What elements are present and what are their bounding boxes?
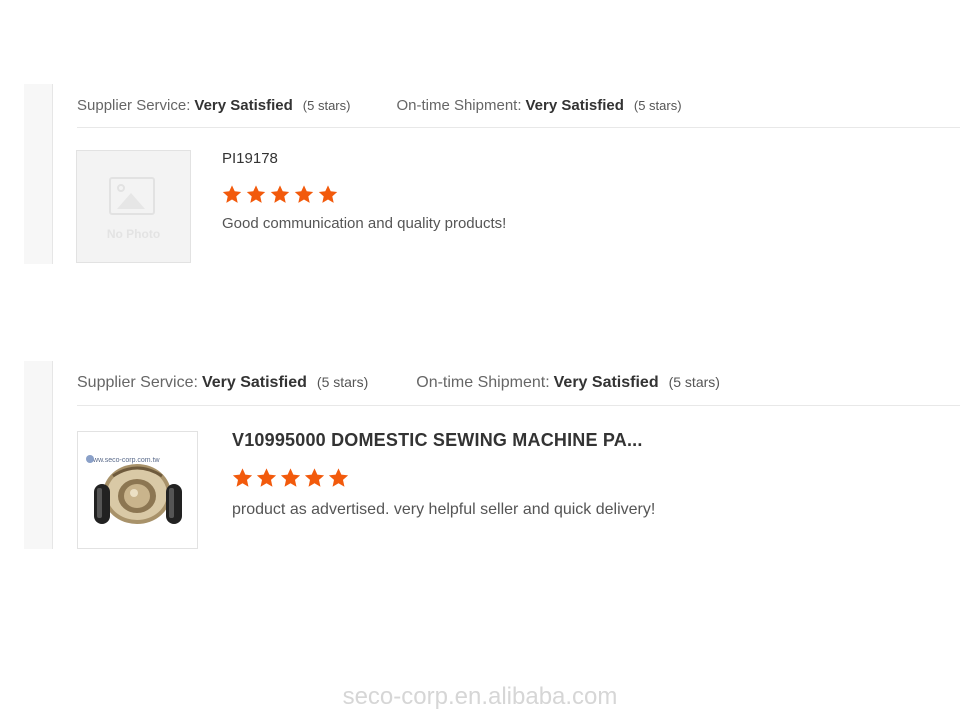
product-thumbnail[interactable]: No Photo bbox=[76, 150, 191, 263]
review-comment: product as advertised. very helpful sell… bbox=[232, 501, 656, 518]
shipment-count: (5 stars) bbox=[633, 98, 682, 113]
review-gutter bbox=[24, 84, 53, 264]
review-card: Supplier Service: Very Satisfied (5 star… bbox=[24, 84, 960, 264]
sewing-machine-part-photo: www.seco-corp.com.tw bbox=[86, 455, 182, 524]
rating-stars bbox=[231, 467, 351, 489]
star-icon bbox=[328, 468, 349, 487]
image-placeholder-icon bbox=[109, 177, 155, 215]
star-icon bbox=[270, 185, 290, 203]
supplier-service-rating: Supplier Service: Very Satisfied (5 star… bbox=[77, 97, 350, 114]
supplier-service-value: Very Satisfied bbox=[201, 374, 307, 391]
rating-stars bbox=[221, 184, 341, 205]
shipment-rating: On-time Shipment: Very Satisfied (5 star… bbox=[396, 97, 681, 114]
supplier-service-value: Very Satisfied bbox=[194, 97, 293, 114]
star-icon bbox=[318, 185, 338, 203]
star-icon bbox=[232, 468, 253, 487]
star-icon bbox=[304, 468, 325, 487]
shipment-value: Very Satisfied bbox=[553, 374, 659, 391]
shipment-label: On-time Shipment: bbox=[396, 97, 522, 114]
review-gutter bbox=[24, 361, 53, 549]
supplier-service-count: (5 stars) bbox=[302, 98, 351, 113]
product-title[interactable]: V10995000 DOMESTIC SEWING MACHINE PA... bbox=[232, 430, 643, 451]
star-icon bbox=[294, 185, 314, 203]
watermark: seco-corp.en.alibaba.com bbox=[342, 683, 618, 710]
star-icon bbox=[222, 185, 242, 203]
supplier-ratings: Supplier Service: Very Satisfied (5 star… bbox=[77, 361, 960, 406]
supplier-service-rating: Supplier Service: Very Satisfied (5 star… bbox=[77, 374, 368, 392]
photo-watermark-text: www.seco-corp.com.tw bbox=[87, 457, 161, 464]
review-comment: Good communication and quality products! bbox=[222, 215, 507, 232]
shipment-value: Very Satisfied bbox=[525, 97, 624, 114]
star-icon bbox=[256, 468, 277, 487]
supplier-ratings: Supplier Service: Very Satisfied (5 star… bbox=[77, 84, 960, 128]
star-icon bbox=[246, 185, 266, 203]
product-title[interactable]: PI19178 bbox=[222, 150, 278, 167]
supplier-service-label: Supplier Service: bbox=[77, 374, 198, 391]
review-card: Supplier Service: Very Satisfied (5 star… bbox=[24, 361, 960, 549]
no-photo-label: No Photo bbox=[106, 227, 161, 241]
supplier-service-label: Supplier Service: bbox=[77, 97, 191, 114]
star-icon bbox=[280, 468, 301, 487]
shipment-label: On-time Shipment: bbox=[416, 374, 550, 391]
supplier-service-count: (5 stars) bbox=[316, 374, 369, 390]
page: Supplier Service: Very Satisfied (5 star… bbox=[0, 0, 960, 720]
shipment-rating: On-time Shipment: Very Satisfied (5 star… bbox=[416, 374, 720, 392]
shipment-count: (5 stars) bbox=[668, 374, 720, 390]
product-thumbnail[interactable]: www.seco-corp.com.tw bbox=[77, 431, 198, 549]
